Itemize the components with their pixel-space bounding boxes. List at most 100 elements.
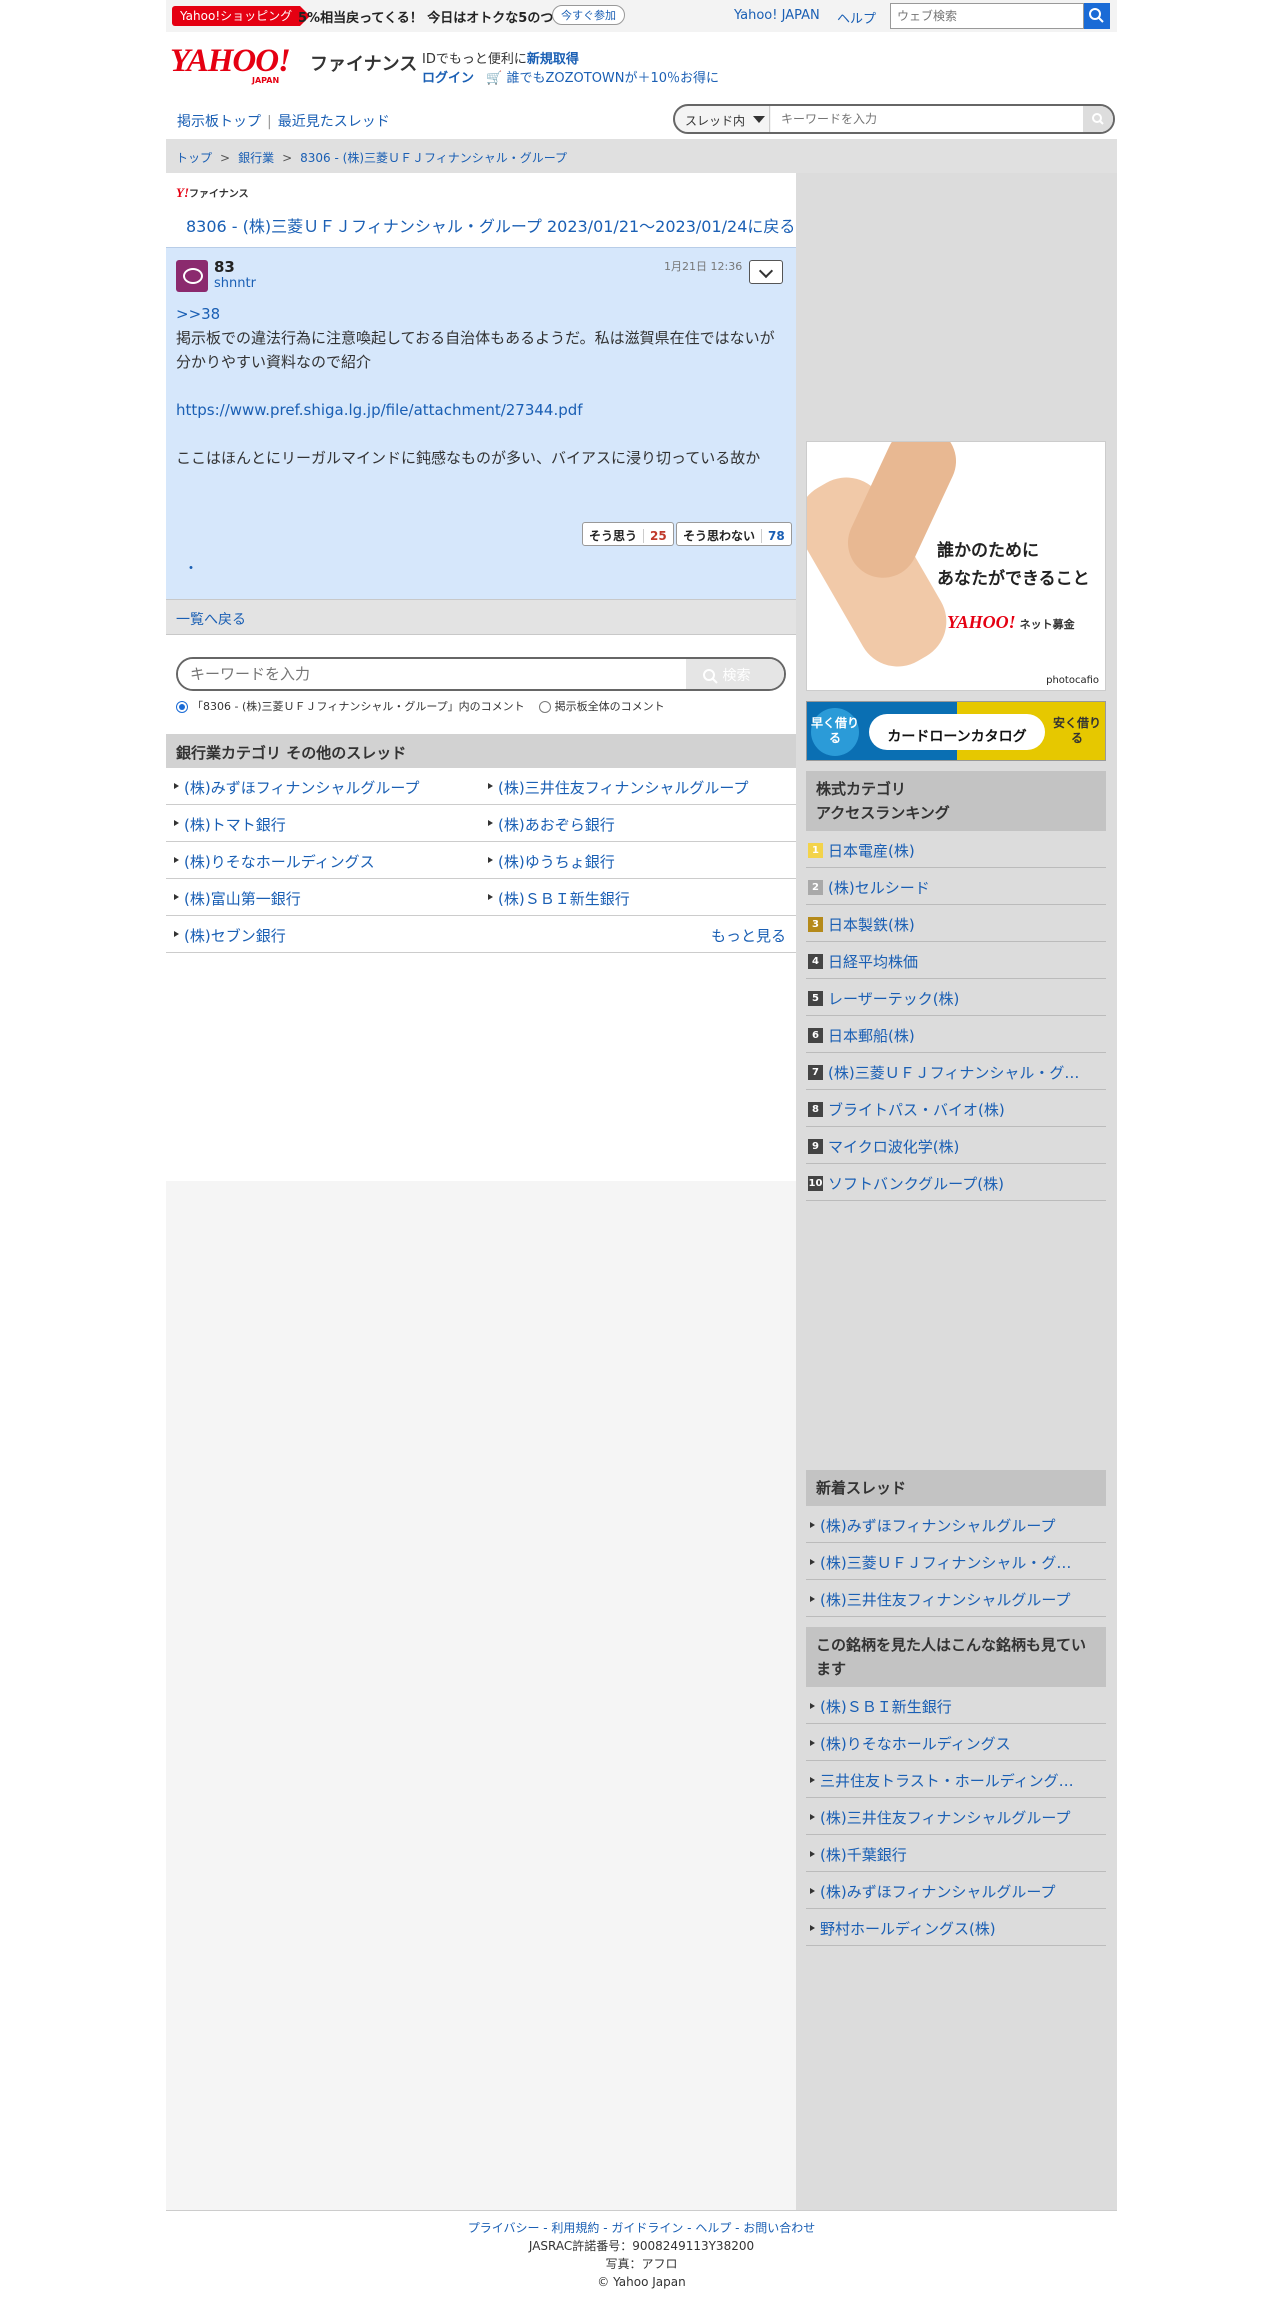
list-item[interactable]: (株)三井住友フィナンシャルグループ: [806, 1580, 1106, 1617]
comment-keyword-input[interactable]: [178, 659, 686, 689]
web-search-input[interactable]: [890, 3, 1084, 29]
more-link[interactable]: もっと見る: [711, 925, 786, 946]
radio-this-thread-label: 「8306 - (株)三菱ＵＦＪフィナンシャル・グループ」内のコメント: [192, 700, 525, 713]
list-item[interactable]: 7 (株)三菱ＵＦＪフィナンシャル・グ…: [806, 1053, 1106, 1090]
list-item[interactable]: 三井住友トラスト・ホールディング…: [806, 1761, 1106, 1798]
sidebar: 誰かのために あなたができること YAHOO! ネット募金 photocafio 早…: [796, 173, 1117, 2210]
id-promo: IDでもっと便利に新規取得: [422, 48, 579, 67]
rank-badge: 6: [808, 1028, 823, 1043]
radio-all-boards[interactable]: [538, 701, 551, 713]
list-item[interactable]: 8 ブライトパス・バイオ(株): [806, 1090, 1106, 1127]
list-item[interactable]: (株)三菱ＵＦＪフィナンシャル・グ…: [806, 1543, 1106, 1580]
breadcrumb-bank[interactable]: 銀行業: [238, 151, 274, 165]
shopping-badge[interactable]: Yahoo!ショッピング: [172, 6, 311, 26]
category-thread-link[interactable]: (株)三井住友フィナンシャルグループ: [484, 777, 749, 798]
footer: プライバシー - 利用規約 - ガイドライン - ヘルプ - お問い合わせ JA…: [166, 2210, 1117, 2313]
list-item[interactable]: 2 (株)セルシード: [806, 868, 1106, 905]
reply-anchor-link[interactable]: >>38: [176, 305, 220, 323]
ranking-title: 株式カテゴリ アクセスランキング: [806, 771, 1106, 831]
list-item[interactable]: 3 日本製鉄(株): [806, 905, 1106, 942]
board-nav: 掲示板トップ | 最近見たスレッド: [177, 111, 390, 131]
rank-badge: 4: [808, 954, 823, 969]
category-thread-link[interactable]: (株)富山第一銀行: [170, 888, 301, 909]
register-link[interactable]: 新規取得: [527, 52, 579, 67]
breadcrumb-stock[interactable]: 8306 - (株)三菱ＵＦＪフィナンシャル・グループ: [300, 151, 567, 165]
post-username[interactable]: shnntr: [214, 276, 256, 291]
thread-search-button[interactable]: [1083, 106, 1113, 132]
list-item[interactable]: 9 マイクロ波化学(株): [806, 1127, 1106, 1164]
search-icon: [703, 669, 718, 684]
category-thread-link[interactable]: (株)あおぞら銀行: [484, 814, 615, 835]
agree-button[interactable]: そう思う 25: [582, 522, 674, 546]
list-item[interactable]: 5 レーザーテック(株): [806, 979, 1106, 1016]
web-search-button[interactable]: [1084, 3, 1110, 29]
photo-credit: 写真：アフロ: [605, 2257, 678, 2271]
back-to-list-link[interactable]: 一覧へ戻る: [176, 612, 246, 628]
recent-threads-link[interactable]: 最近見たスレッド: [278, 114, 390, 130]
list-item[interactable]: 1 日本電産(株): [806, 831, 1106, 868]
list-item[interactable]: (株)みずほフィナンシャルグループ: [806, 1506, 1106, 1543]
ad-brand: YAHOO! ネット募金: [947, 612, 1075, 632]
list-item[interactable]: (株)みずほフィナンシャルグループ: [806, 1872, 1106, 1909]
back-to-list: 一覧へ戻る: [166, 599, 796, 635]
post-text-1: 掲示板での違法行為に注意喚起しておる自治体もあるようだ。私は滋賀県在住ではないが…: [176, 329, 775, 371]
list-item: (株)みずほフィナンシャルグループ (株)三井住友フィナンシャルグループ: [166, 768, 796, 805]
category-thread-link[interactable]: (株)みずほフィナンシャルグループ: [170, 777, 420, 798]
radio-this-thread[interactable]: [176, 701, 188, 713]
category-thread-link[interactable]: (株)ＳＢＩ新生銀行: [484, 888, 630, 909]
card-loan-banner[interactable]: 早く借りる カードローンカタログ 安く借りる: [806, 701, 1106, 761]
post-dot: ・: [184, 561, 198, 577]
promo-text[interactable]: 5%相当戻ってくる！ 今日はオトクな5のつく日: [298, 7, 579, 26]
comment-post: 83 shnntr 1月21日 12:36 >>38 掲示板での違法行為に注意喚…: [166, 247, 796, 599]
finance-mini-logo: Y!ファイナンス: [176, 185, 249, 200]
donation-ad[interactable]: 誰かのために あなたができること YAHOO! ネット募金 photocafio: [806, 441, 1106, 691]
rank-badge: 3: [808, 917, 823, 932]
disagree-button[interactable]: そう思わない 78: [676, 522, 792, 546]
avatar[interactable]: [176, 260, 208, 292]
list-item: (株)セブン銀行 もっと見る: [166, 916, 796, 953]
category-thread-list: (株)みずほフィナンシャルグループ (株)三井住友フィナンシャルグループ (株)…: [166, 768, 796, 953]
category-thread-link[interactable]: (株)ゆうちょ銀行: [484, 851, 615, 872]
rank-badge: 5: [808, 991, 823, 1006]
rank-badge: 10: [808, 1176, 823, 1191]
promo-join-button[interactable]: 今すぐ参加: [552, 5, 625, 25]
list-item: (株)富山第一銀行 (株)ＳＢＩ新生銀行: [166, 879, 796, 916]
pdf-link[interactable]: https://www.pref.shiga.lg.jp/file/attach…: [176, 401, 583, 419]
new-threads-title: 新着スレッド: [806, 1470, 1106, 1506]
yahoo-japan-link[interactable]: Yahoo! JAPAN: [734, 8, 820, 23]
list-item[interactable]: (株)千葉銀行: [806, 1835, 1106, 1872]
comment-search-box: 検索: [176, 657, 786, 691]
list-item[interactable]: (株)りそなホールディングス: [806, 1724, 1106, 1761]
ad-copy: 誰かのために あなたができること: [937, 541, 1090, 589]
list-item[interactable]: 野村ホールディングス(株): [806, 1909, 1106, 1946]
back-to-thread-link[interactable]: 8306 - (株)三菱ＵＦＪフィナンシャル・グループ 2023/01/21〜2…: [186, 213, 795, 237]
banner-right-badge: 安く借りる: [1053, 708, 1101, 756]
login-link[interactable]: ログイン: [422, 71, 474, 86]
ad-credit: photocafio: [1046, 675, 1099, 686]
board-top-link[interactable]: 掲示板トップ: [177, 114, 261, 130]
comment-search-button[interactable]: 検索: [686, 659, 784, 689]
list-item[interactable]: (株)三井住友フィナンシャルグループ: [806, 1798, 1106, 1835]
rank-badge: 7: [808, 1065, 823, 1080]
help-link[interactable]: ヘルプ: [837, 8, 876, 27]
breadcrumb-top[interactable]: トップ: [176, 151, 212, 165]
category-thread-link[interactable]: (株)セブン銀行: [170, 925, 286, 946]
search-scope-radios: 「8306 - (株)三菱ＵＦＪフィナンシャル・グループ」内のコメント 掲示板全…: [176, 698, 665, 714]
category-thread-link[interactable]: (株)りそなホールディングス: [170, 851, 375, 872]
agree-count: 25: [643, 529, 667, 543]
also-viewed-title: この銘柄を見た人はこんな銘柄も見ています: [806, 1627, 1106, 1687]
list-item[interactable]: 4 日経平均株価: [806, 942, 1106, 979]
post-body: >>38 掲示板での違法行為に注意喚起しておる自治体もあるようだ。私は滋賀県在住…: [176, 302, 788, 470]
yahoo-finance-logo[interactable]: YAHOO! JAPAN ファイナンス: [170, 45, 417, 86]
footer-links[interactable]: プライバシー - 利用規約 - ガイドライン - ヘルプ - お問い合わせ: [468, 2221, 816, 2235]
zozo-promo-link[interactable]: 誰でもZOZOTOWNが＋10％お得に: [506, 71, 719, 86]
ranking-list: 1 日本電産(株) 2 (株)セルシード 3 日本製鉄(株) 4 日経平均株価 5 レーザ…: [806, 831, 1106, 1201]
thread-keyword-input[interactable]: [771, 106, 1083, 132]
category-thread-link[interactable]: (株)トマト銀行: [170, 814, 286, 835]
list-item[interactable]: (株)ＳＢＩ新生銀行: [806, 1687, 1106, 1724]
list-item[interactable]: 6 日本郵船(株): [806, 1016, 1106, 1053]
login-area: ログイン 🛒 誰でもZOZOTOWNが＋10％お得に: [422, 67, 719, 86]
list-item[interactable]: 10 ソフトバンクグループ(株): [806, 1164, 1106, 1201]
post-menu-button[interactable]: [749, 260, 783, 284]
thread-search-box: スレッド内: [673, 104, 1115, 134]
